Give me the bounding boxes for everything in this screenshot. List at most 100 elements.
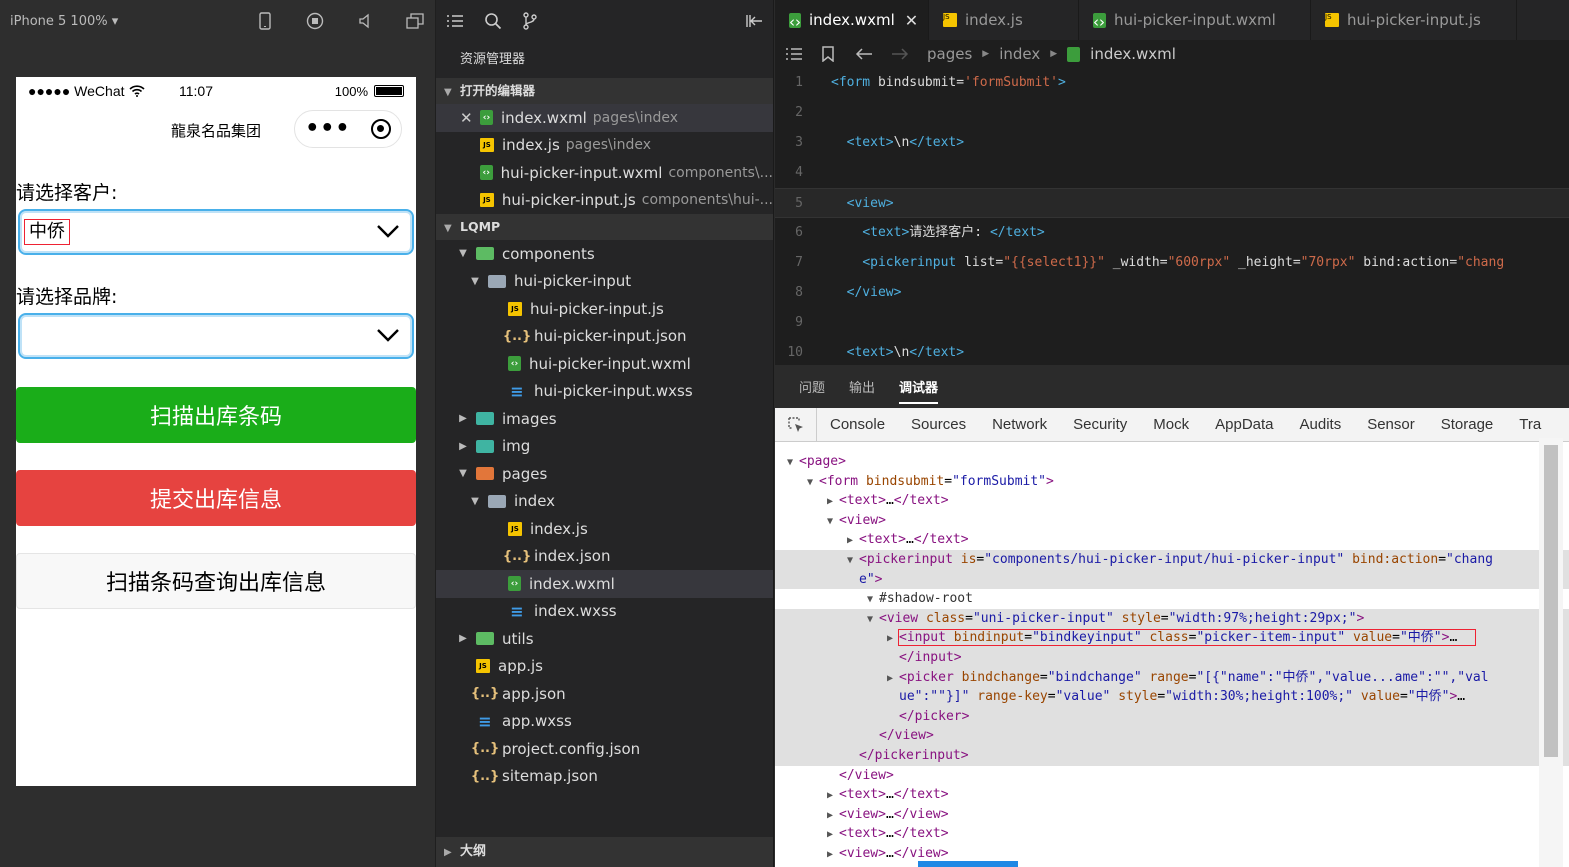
tree-item[interactable]: ▶ images	[436, 405, 773, 433]
tree-item[interactable]: JS app.js	[436, 653, 773, 681]
tree-item[interactable]: ▼ hui-picker-input	[436, 268, 773, 296]
chevron-down-icon[interactable]	[376, 325, 400, 345]
search-icon[interactable]	[484, 12, 502, 30]
tree-item[interactable]: JS index.js	[436, 515, 773, 543]
code-line[interactable]: 9	[775, 308, 1569, 338]
code-line[interactable]: 2	[775, 98, 1569, 128]
tree-item[interactable]: ▶ img	[436, 433, 773, 461]
devtools-tab[interactable]: Sensor	[1354, 416, 1428, 433]
list-icon[interactable]	[785, 47, 803, 61]
speaker-icon[interactable]	[355, 11, 375, 31]
dom-node[interactable]: ▶<text>…</text>	[775, 785, 1569, 805]
tree-item[interactable]: {..} project.config.json	[436, 735, 773, 763]
panel-tab[interactable]: 输出	[849, 377, 875, 396]
panel-tab[interactable]: 调试器	[899, 369, 939, 404]
detach-window-icon[interactable]	[405, 11, 425, 31]
dom-node[interactable]: ▶ <view>…</view>	[775, 805, 1569, 825]
customer-picker[interactable]: 中侨	[18, 209, 414, 255]
breadcrumb-current[interactable]: index.wxml	[1090, 45, 1176, 63]
more-icon[interactable]: •••	[305, 118, 350, 140]
code-line[interactable]: 1 <form bindsubmit='formSubmit'>	[775, 68, 1569, 98]
scan-outbound-button[interactable]: 扫描出库条码	[16, 387, 416, 443]
submit-outbound-button[interactable]: 提交出库信息	[16, 470, 416, 526]
open-editor-item[interactable]: ✕‹›hui-picker-input.wxmlcomponents\...	[436, 159, 773, 187]
open-editor-item[interactable]: ✕JShui-picker-input.jscomponents\hui-...	[436, 187, 773, 215]
dom-node[interactable]: e">	[775, 569, 1569, 590]
code-line[interactable]: 3 <text>\n</text>	[775, 128, 1569, 158]
close-icon[interactable]: ✕	[460, 109, 480, 127]
scrollbar[interactable]	[1544, 445, 1558, 757]
expand-toggle-icon[interactable]: ▶	[827, 825, 839, 845]
dom-node[interactable]: ▶ <picker bindchange="bindchange" range="…	[775, 667, 1569, 689]
editor-tab[interactable]: JS index.js	[929, 0, 1079, 40]
expand-toggle-icon[interactable]: ▼	[847, 551, 859, 571]
devtools-tab[interactable]: Storage	[1428, 416, 1507, 433]
record-icon[interactable]	[305, 11, 325, 31]
expand-toggle-icon[interactable]: ▶	[827, 492, 839, 512]
source-control-icon[interactable]	[522, 12, 538, 30]
chevron-down-icon[interactable]	[376, 221, 400, 241]
tree-item[interactable]: ‹› index.wxml	[436, 570, 773, 598]
devtools-tab[interactable]: Sources	[898, 416, 979, 433]
code-line[interactable]: 7 <pickerinput list="{{select1}}" _width…	[775, 248, 1569, 278]
back-arrow-icon[interactable]	[855, 47, 873, 61]
dom-node[interactable]: </view>	[775, 766, 1569, 786]
query-outbound-button[interactable]: 扫描条码查询出库信息	[16, 553, 416, 609]
expand-toggle-icon[interactable]: ▼	[867, 610, 879, 630]
expand-toggle-icon[interactable]: ▶	[827, 845, 839, 865]
customer-input[interactable]: 中侨	[24, 219, 70, 245]
dom-node[interactable]: ▼ <view class="uni-picker-input" style="w…	[775, 608, 1569, 630]
tree-item[interactable]: ▼ index	[436, 488, 773, 516]
open-editor-item[interactable]: ✕ ‹› index.wxml pages\index	[436, 104, 773, 132]
list-icon[interactable]	[446, 13, 464, 29]
inspect-element-icon[interactable]	[775, 408, 817, 441]
dom-node[interactable]: ▶ <input bindinput="bindkeyinput" class="…	[775, 628, 1569, 648]
expand-toggle-icon[interactable]: ▶	[827, 786, 839, 806]
panel-tab[interactable]: 问题	[799, 377, 825, 396]
tree-item[interactable]: {..} app.json	[436, 680, 773, 708]
dom-node[interactable]: ▶<text>…</text>	[775, 863, 1569, 865]
dom-node[interactable]: </view>	[775, 726, 1569, 746]
expand-toggle-icon[interactable]: ▶	[456, 633, 470, 644]
expand-toggle-icon[interactable]: ▶	[827, 806, 839, 826]
code-line[interactable]: 6 <text>请选择客户: </text>	[775, 218, 1569, 248]
dom-node[interactable]: ▶<text>…</text>	[775, 824, 1569, 844]
tree-item[interactable]: {..} hui-picker-input.json	[436, 323, 773, 351]
brand-picker[interactable]	[18, 313, 414, 359]
dom-node[interactable]: ▼ <view>	[775, 511, 1569, 531]
dom-node[interactable]: ▶<text>…</text>	[775, 530, 1569, 550]
expand-toggle-icon[interactable]: ▼	[787, 453, 799, 473]
tree-item[interactable]: {..} sitemap.json	[436, 763, 773, 791]
tree-item[interactable]: {..} index.json	[436, 543, 773, 571]
tree-item[interactable]: ▼ pages	[436, 460, 773, 488]
code-line[interactable]: 5 <view>	[775, 188, 1569, 218]
collapse-panel-icon[interactable]	[745, 13, 763, 29]
code-line[interactable]: 4	[775, 158, 1569, 188]
devtools-tab[interactable]: Console	[817, 416, 898, 433]
close-icon[interactable]: ✕	[905, 11, 918, 30]
open-editors-section[interactable]: ▼ 打开的编辑器	[436, 78, 773, 104]
project-section[interactable]: ▼ LQMP	[436, 214, 773, 240]
expand-toggle-icon[interactable]: ▶	[456, 441, 470, 452]
dom-node[interactable]: </pickerinput>	[775, 745, 1569, 766]
bookmark-icon[interactable]	[821, 46, 835, 62]
code-line[interactable]: 8 </view>	[775, 278, 1569, 308]
expand-toggle-icon[interactable]: ▶	[887, 669, 899, 689]
devtools-tab[interactable]: Tra	[1506, 416, 1554, 433]
dom-node[interactable]: ▼ <form bindsubmit="formSubmit">	[775, 472, 1569, 492]
expand-toggle-icon[interactable]: ▶	[827, 864, 839, 865]
dom-node[interactable]: ▶<text>…</text>	[775, 491, 1569, 511]
devtools-tab[interactable]: Security	[1060, 416, 1140, 433]
code-area[interactable]: 1 <form bindsubmit='formSubmit'> 2 3 <text>…	[775, 68, 1569, 368]
elements-tree[interactable]: ▼ <page> ▼ <form bindsubmit="formSubmit"> ▶ <…	[775, 442, 1569, 865]
dom-node[interactable]: </picker>	[775, 706, 1569, 727]
tree-item[interactable]: ≡ index.wxss	[436, 598, 773, 626]
tree-item[interactable]: ≡ hui-picker-input.wxss	[436, 378, 773, 406]
forward-arrow-icon[interactable]	[891, 47, 909, 61]
menu-capsule[interactable]: •••	[294, 110, 402, 148]
devtools-tab[interactable]: Mock	[1140, 416, 1202, 433]
expand-toggle-icon[interactable]: ▶	[847, 531, 859, 551]
dom-node[interactable]: ▼ <pickerinput is="components/hui-picker-…	[775, 549, 1569, 571]
expand-toggle-icon[interactable]: ▼	[827, 512, 839, 532]
editor-tab[interactable]: ‹› index.wxml ✕	[775, 0, 929, 40]
